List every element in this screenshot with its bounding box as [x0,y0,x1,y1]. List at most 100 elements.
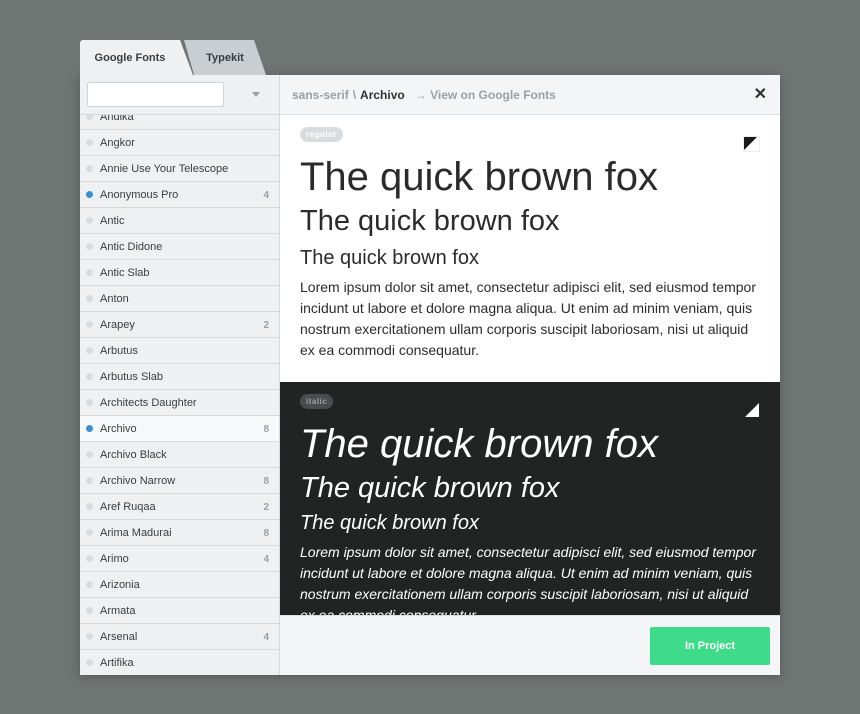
font-preview-area: sans-serif \ Archivo → View on Google Fo… [280,75,780,675]
font-list-item[interactable]: Angkor [80,130,279,156]
status-dot-icon [86,295,93,302]
preview-footer: In Project [280,615,780,675]
status-dot-icon [86,347,93,354]
font-list[interactable]: Andika Angkor Annie Use Your Telescope Anon… [80,104,279,675]
font-list-item[interactable]: Annie Use Your Telescope [80,156,279,182]
status-dot-icon [86,659,93,666]
font-search-input[interactable] [87,82,224,107]
font-name: Aref Ruqaa [100,500,156,513]
font-name: Antic Slab [100,266,150,279]
in-project-button[interactable]: In Project [650,627,770,665]
font-name: Artifika [100,656,134,669]
font-name: Arbutus Slab [100,370,163,383]
font-name: Archivo Black [100,448,167,461]
sample-small: The quick brown fox [300,512,479,534]
font-name: Anton [100,292,129,305]
status-dot-icon [86,139,93,146]
tab-google-fonts[interactable]: Google Fonts [80,40,193,75]
close-icon[interactable]: ✕ [754,87,767,103]
status-dot-icon [86,165,93,172]
style-count: 8 [263,423,269,435]
sample-medium: The quick brown fox [300,472,560,504]
status-dot-icon [86,217,93,224]
font-list-item[interactable]: Anonymous Pro 4 [80,182,279,208]
sample-large: The quick brown fox [300,422,658,466]
tab-typekit-label: Typekit [206,51,244,64]
style-count: 2 [263,319,269,331]
tab-typekit[interactable]: Typekit [184,40,266,75]
font-list-item[interactable]: Arizonia [80,572,279,598]
status-dot-icon [86,633,93,640]
status-dot-icon [86,555,93,562]
font-list-item[interactable]: Antic Slab [80,260,279,286]
font-name: Antic Didone [100,240,163,253]
font-name: Arapey [100,318,135,331]
font-name: Arbutus [100,344,138,357]
corner-triangle-icon[interactable] [743,136,760,152]
corner-triangle-icon[interactable] [743,402,760,418]
font-name: Annie Use Your Telescope [100,162,229,175]
font-name: Angkor [100,136,135,149]
status-dot-icon [86,425,93,432]
font-list-item[interactable]: Armata [80,598,279,624]
status-dot-icon [86,399,93,406]
status-dot-icon [86,607,93,614]
font-list-item[interactable]: Architects Daughter [80,390,279,416]
font-list-item[interactable]: Artifika [80,650,279,675]
italic-preview: italic The quick brown fox The quick bro… [280,382,780,615]
search-row [80,75,279,115]
font-name: Arsenal [100,630,138,643]
status-dot-icon [86,373,93,380]
status-dot-icon [86,581,93,588]
font-list-item[interactable]: Arima Madurai 8 [80,520,279,546]
tab-google-fonts-label: Google Fonts [94,51,166,64]
style-badge-italic: italic [300,394,334,409]
sample-medium: The quick brown fox [300,205,560,237]
breadcrumb-font: Archivo [360,87,405,102]
status-dot-icon [86,243,93,250]
font-name: Archivo [100,422,137,435]
font-name: Architects Daughter [100,396,197,409]
breadcrumb-separator: \ [352,87,357,102]
regular-preview: regular The quick brown fox The quick br… [280,115,780,382]
status-dot-icon [86,269,93,276]
font-list-item[interactable]: Archivo Narrow 8 [80,468,279,494]
font-list-item[interactable]: Archivo 8 [80,416,279,442]
font-name: Anonymous Pro [100,188,179,201]
style-count: 8 [263,475,269,487]
font-list-item[interactable]: Arapey 2 [80,312,279,338]
status-dot-icon [86,191,93,198]
status-dot-icon [86,477,93,484]
status-dot-icon [86,321,93,328]
view-on-google-fonts-link[interactable]: → View on Google Fonts [415,88,556,102]
font-list-item[interactable]: Archivo Black [80,442,279,468]
font-list-item[interactable]: Arimo 4 [80,546,279,572]
font-name: Arimo [100,552,129,565]
sample-large: The quick brown fox [300,155,658,199]
style-count: 8 [263,527,269,539]
font-list-item[interactable]: Antic Didone [80,234,279,260]
font-list-item[interactable]: Anton [80,286,279,312]
status-dot-icon [86,451,93,458]
font-sidebar: Andika Angkor Annie Use Your Telescope Anon… [80,75,280,675]
style-count: 4 [263,553,269,565]
sample-paragraph: Lorem ipsum dolor sit amet, consectetur … [300,279,756,358]
font-list-item[interactable]: Aref Ruqaa 2 [80,494,279,520]
font-name: Antic [100,214,125,227]
font-list-item[interactable]: Arsenal 4 [80,624,279,650]
status-dot-icon [86,529,93,536]
font-name: Arizonia [100,578,140,591]
breadcrumb-category[interactable]: sans-serif [292,88,349,102]
font-list-item[interactable]: Antic [80,208,279,234]
font-name: Armata [100,604,136,617]
font-list-item[interactable]: Arbutus Slab [80,364,279,390]
sample-small: The quick brown fox [300,247,479,269]
style-count: 2 [263,501,269,513]
font-list-item[interactable]: Arbutus [80,338,279,364]
style-badge-regular: regular [300,127,343,142]
font-name: Archivo Narrow [100,474,176,487]
font-name: Arima Madurai [100,526,172,539]
status-dot-icon [86,503,93,510]
style-count: 4 [263,631,269,643]
chevron-down-icon[interactable] [252,92,260,97]
